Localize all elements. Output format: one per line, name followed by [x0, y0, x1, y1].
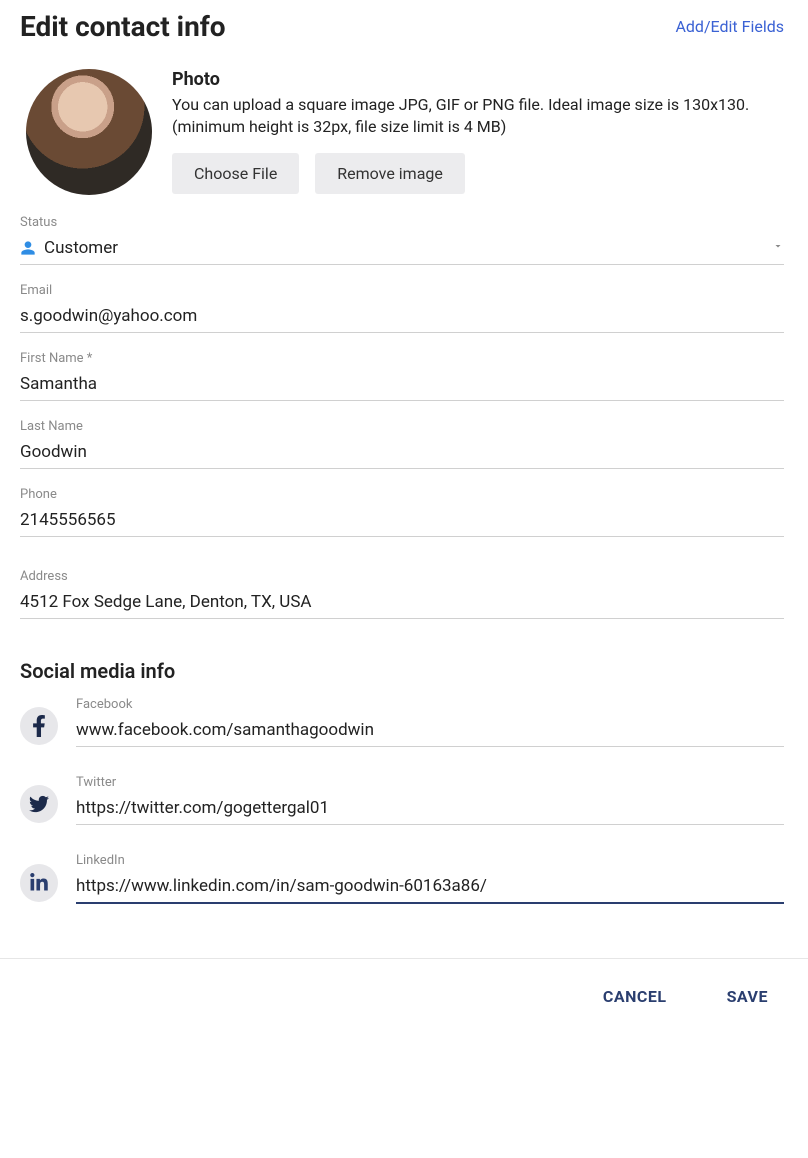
last-name-input[interactable]: [20, 442, 784, 462]
choose-file-button[interactable]: Choose File: [172, 153, 299, 194]
linkedin-icon: [20, 864, 58, 902]
linkedin-input[interactable]: [76, 876, 784, 896]
facebook-icon: [20, 707, 58, 745]
chevron-down-icon: [772, 240, 784, 256]
first-name-input[interactable]: [20, 374, 784, 394]
linkedin-label: LinkedIn: [76, 853, 784, 868]
cancel-button[interactable]: CANCEL: [603, 987, 667, 1006]
photo-heading: Photo: [172, 69, 784, 90]
avatar: [26, 69, 152, 195]
email-label: Email: [20, 283, 784, 298]
facebook-input[interactable]: [76, 720, 784, 740]
add-edit-fields-link[interactable]: Add/Edit Fields: [675, 17, 784, 36]
page-title: Edit contact info: [20, 10, 226, 43]
address-label: Address: [20, 569, 784, 584]
address-input[interactable]: [20, 592, 784, 612]
save-button[interactable]: SAVE: [727, 987, 768, 1006]
twitter-icon: [20, 785, 58, 823]
status-label: Status: [20, 215, 784, 230]
social-heading: Social media info: [20, 659, 784, 683]
status-value: Customer: [44, 238, 118, 258]
facebook-label: Facebook: [76, 697, 784, 712]
person-icon: [20, 240, 36, 256]
remove-image-button[interactable]: Remove image: [315, 153, 465, 194]
first-name-label: First Name *: [20, 351, 784, 366]
twitter-input[interactable]: [76, 798, 784, 818]
photo-description: You can upload a square image JPG, GIF o…: [172, 94, 784, 139]
email-input[interactable]: [20, 306, 784, 326]
phone-input[interactable]: [20, 510, 784, 530]
twitter-label: Twitter: [76, 775, 784, 790]
status-select[interactable]: Customer: [20, 232, 784, 265]
phone-label: Phone: [20, 487, 784, 502]
last-name-label: Last Name: [20, 419, 784, 434]
